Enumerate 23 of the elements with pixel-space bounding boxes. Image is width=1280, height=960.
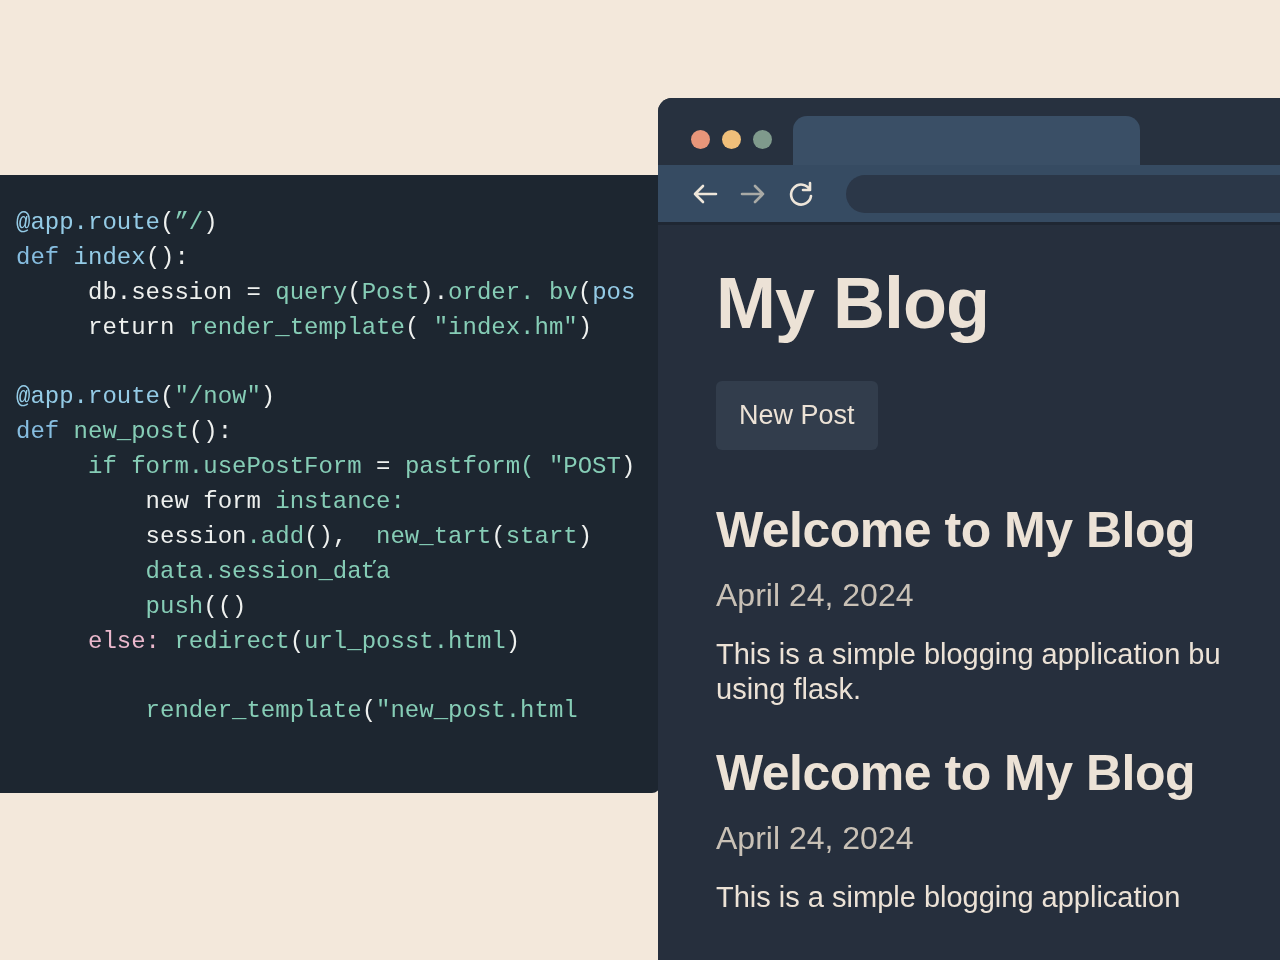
- code-line: @app.route("/now"): [16, 382, 276, 412]
- code-line: new form instance:: [144, 487, 405, 517]
- code-line: render_template("new_post.html: [144, 696, 578, 726]
- window-button[interactable]: [691, 130, 710, 149]
- post-excerpt: This is a simple blogging application bu using flask.: [716, 637, 1222, 707]
- code-line: if form.usePostForm = pastform( "POST): [87, 452, 636, 482]
- post-date: April 24, 2024: [716, 819, 915, 859]
- window-button[interactable]: [753, 130, 772, 149]
- code-line: return render_template( "index.hm"): [87, 313, 593, 343]
- code-line: def new_post():: [16, 417, 233, 447]
- code-line: push((): [144, 592, 247, 622]
- post-date: April 24, 2024: [716, 576, 915, 615]
- window-button[interactable]: [722, 130, 741, 149]
- post-title[interactable]: Welcome to My Blog: [716, 501, 1280, 559]
- code-line: else: redirect(url_posst.html): [87, 627, 521, 657]
- post-excerpt: This is a simple blogging application: [716, 880, 1182, 915]
- code-line: def index():: [16, 243, 189, 273]
- code-line: db.session = query(Post).order. bv(pos: [87, 278, 636, 308]
- code-line: @app.route(”/): [16, 208, 218, 238]
- code-line: session.add(), new_tart(start): [144, 522, 593, 552]
- code-line: data.session_daťa: [144, 557, 391, 587]
- post-title[interactable]: Welcome to My Blog: [716, 744, 1280, 803]
- new-post-button[interactable]: New Post: [716, 381, 878, 450]
